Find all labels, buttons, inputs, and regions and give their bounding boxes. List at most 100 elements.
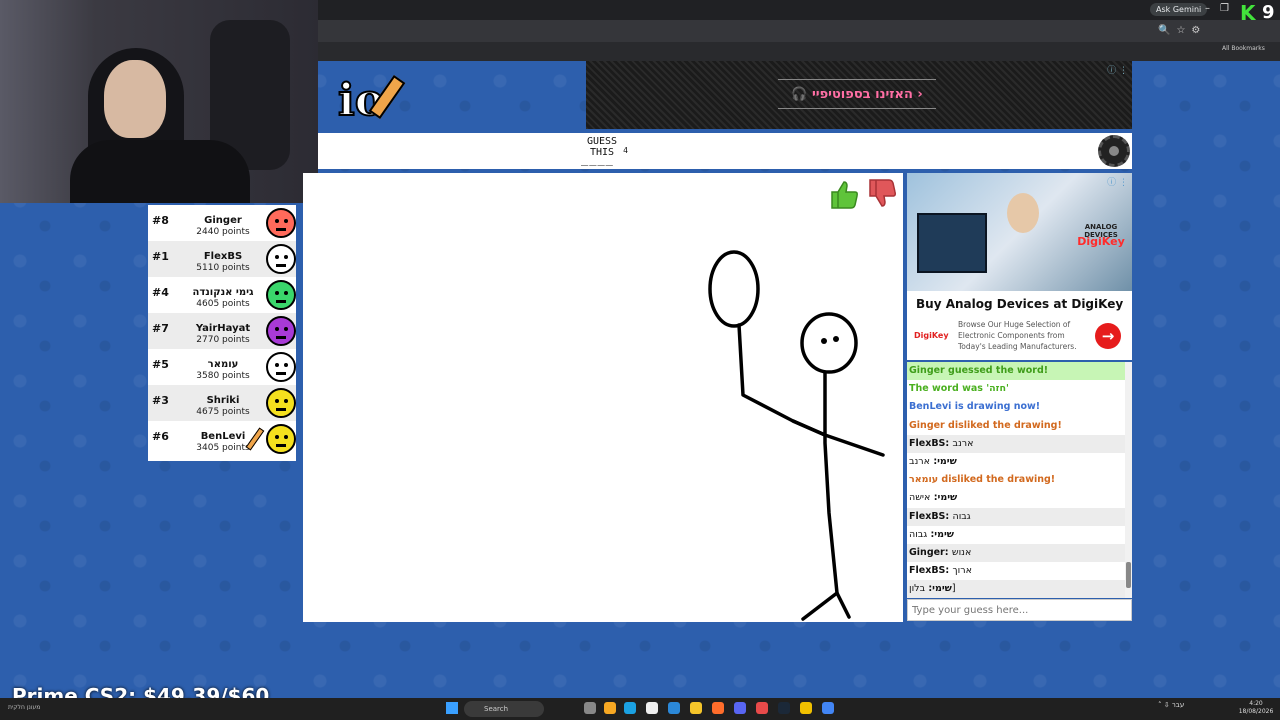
firefox-icon[interactable] (712, 702, 724, 714)
spotify-ad-button[interactable]: ‹ האזינו בספוטיפיי 🎧 (778, 79, 936, 109)
settings-gear-icon[interactable] (1098, 135, 1130, 167)
clock[interactable]: 4:20 18/08/2026 (1236, 700, 1276, 716)
chat-message: עומאר disliked the drawing! (907, 471, 1132, 489)
thumbs-down-icon (869, 179, 896, 207)
app-icon[interactable] (604, 702, 616, 714)
chat-text: עומאר disliked the drawing! (909, 474, 1056, 486)
drawing-left-body (737, 323, 885, 457)
player-points: 2440 points (196, 227, 250, 237)
chat-log: Ginger guessed the word! The word was 'חז… (907, 362, 1132, 598)
app2-icon[interactable] (756, 702, 768, 714)
chat-text: גבוה (952, 510, 971, 522)
chat-message: The word was 'חזה' (907, 380, 1132, 398)
player-rank: #5 (152, 358, 169, 371)
player-name: גימי אנקונדה (192, 287, 254, 298)
drawing-eye-left (821, 338, 827, 344)
player-row[interactable]: #1 FlexBS 5110 points (148, 241, 296, 277)
ad-info-icon[interactable]: ⓘ ⋮ (1107, 175, 1128, 188)
chat-text: גבוה (909, 528, 928, 540)
chat-message: FlexBS: ארוך (907, 562, 1132, 580)
taskbar-search[interactable]: Search (464, 701, 544, 717)
player-points: 4605 points (196, 299, 250, 309)
chat-message: FlexBS: גבוה (907, 507, 1132, 526)
player-name: FlexBS (203, 251, 243, 262)
chat-message: שימי: אישה (907, 489, 1132, 507)
ad-arrow-icon[interactable]: → (1095, 323, 1121, 349)
ask-gemini-button[interactable]: Ask Gemini (1150, 3, 1208, 16)
chat-sender: שימי: (927, 528, 954, 540)
chat-message: Ginger disliked the drawing! (907, 417, 1132, 435)
drawing-right-head (800, 312, 858, 374)
drawing-arm (791, 419, 827, 437)
chat-message: שימי: בלון] (907, 580, 1132, 598)
ad-title[interactable]: Buy Analog Devices at DigiKey (916, 297, 1123, 311)
player-row[interactable]: #4 גימי אנקונדה 4605 points (148, 277, 296, 313)
chat-text: ארוך (952, 565, 972, 577)
chat-message: Ginger guessed the word! (907, 362, 1132, 381)
chat-sender: Ginger: (909, 546, 952, 558)
chat-text: Ginger guessed the word! (909, 365, 1049, 376)
windows-start-icon[interactable] (446, 702, 458, 714)
top-banner-ad[interactable]: ‹ האזינו בספוטיפיי 🎧 ⓘ ⋮ (586, 61, 1132, 129)
player-row[interactable]: #5 עומאר 3580 points (148, 349, 296, 385)
chat-message: שימי: גבוה (907, 526, 1132, 544)
chat-scrollbar[interactable] (1125, 362, 1132, 598)
chat-sender: FlexBS: (909, 437, 953, 449)
player-rank: #8 (152, 214, 169, 227)
player-avatar (266, 280, 296, 310)
maximize-icon[interactable]: ❐ (1220, 3, 1229, 15)
site-logo[interactable]: io (318, 61, 586, 133)
chat-sender: שימי: (930, 455, 957, 467)
discord-icon[interactable] (734, 702, 746, 714)
ad-description: Browse Our Huge Selection of Electronic … (958, 320, 1077, 351)
like-button[interactable] (828, 178, 860, 210)
chrome-icon[interactable] (822, 702, 834, 714)
dislike-button[interactable] (866, 178, 898, 210)
drawing-right-body (801, 371, 839, 621)
drawing-canvas[interactable] (303, 173, 903, 622)
weather-widget[interactable]: מעונן חלקית (8, 704, 40, 711)
chat-text: ארנב (952, 437, 974, 449)
player-avatar (266, 316, 296, 346)
system-tray[interactable]: ˄ ⇩ עבר (1158, 701, 1184, 709)
player-avatar (266, 244, 296, 274)
folder-icon[interactable] (690, 702, 702, 714)
chat-sender: שימי: (930, 492, 958, 504)
chat-message: FlexBS: ארנב (907, 434, 1132, 453)
player-name: Shriki (206, 395, 240, 406)
chat-message: Ginger: אנוש (907, 543, 1132, 563)
player-rank: #3 (152, 394, 169, 407)
browser-toolbar-icons[interactable]: 🔍☆⚙ (1158, 25, 1206, 36)
player-avatar (266, 208, 296, 238)
player-row[interactable]: #6 BenLevi 3405 points (148, 421, 296, 457)
player-name: YairHayat (195, 323, 251, 334)
mail-icon[interactable] (668, 702, 680, 714)
ad-logo: DigiKey (914, 331, 949, 340)
store-icon[interactable] (646, 702, 658, 714)
webcam-overlay (0, 0, 318, 203)
minimize-icon[interactable]: – (1205, 3, 1210, 15)
side-ad[interactable]: ANALOG DEVICES DigiKey ⓘ ⋮ Buy Analog De… (907, 173, 1132, 360)
player-name: Ginger (204, 215, 242, 226)
player-row[interactable]: #8 Ginger 2440 points (148, 205, 296, 241)
player-list: #8 Ginger 2440 points #1 FlexBS 5110 points #4… (148, 205, 296, 461)
ad-image: ANALOG DEVICES DigiKey (907, 173, 1132, 291)
app3-icon[interactable] (800, 702, 812, 714)
all-bookmarks-link[interactable]: All Bookmarks (1222, 45, 1265, 52)
player-row[interactable]: #7 YairHayat 2770 points (148, 313, 296, 349)
player-points: 2770 points (196, 335, 250, 345)
player-avatar (266, 388, 296, 418)
player-points: 3580 points (196, 371, 250, 381)
thumbs-up-icon (831, 181, 858, 209)
guess-input[interactable] (907, 599, 1132, 621)
drawing-eye-right (833, 336, 839, 342)
edge-icon[interactable] (624, 702, 636, 714)
steam-icon[interactable] (778, 702, 790, 714)
chat-sender: FlexBS: (909, 565, 953, 577)
ad-brand: DigiKey (1077, 235, 1125, 248)
chat-text: Ginger disliked the drawing! (909, 419, 1062, 431)
player-avatar (266, 424, 296, 454)
ad-info-icon[interactable]: ⓘ ⋮ (1107, 63, 1128, 76)
player-row[interactable]: #3 Shriki 4675 points (148, 385, 296, 421)
taskview-icon[interactable] (584, 702, 596, 714)
